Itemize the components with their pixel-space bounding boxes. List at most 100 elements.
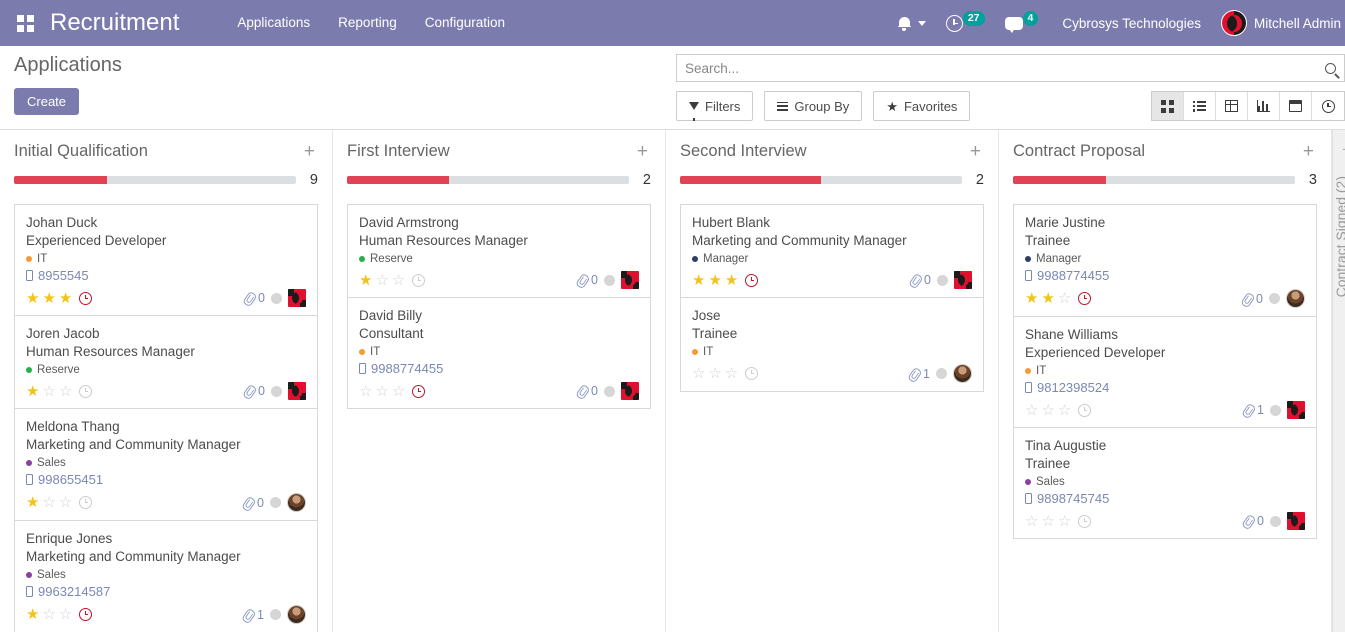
user-menu[interactable]: Mitchell Admin xyxy=(1215,10,1345,36)
column-progress-bar[interactable] xyxy=(1013,176,1295,184)
assignee-avatar[interactable] xyxy=(954,271,972,289)
card-phone-row[interactable]: 9812398524 xyxy=(1025,380,1305,395)
activity-clock-icon[interactable] xyxy=(79,608,93,621)
activity-clock-icon[interactable] xyxy=(745,367,759,380)
column-title[interactable]: First Interview xyxy=(347,142,450,161)
card-phone-row[interactable]: 9988774455 xyxy=(359,361,639,376)
assignee-avatar[interactable] xyxy=(1287,512,1305,530)
rating-star-icon[interactable]: ☆ xyxy=(59,607,72,622)
rating-star-icon[interactable]: ★ xyxy=(26,495,39,510)
activity-clock-icon[interactable] xyxy=(1078,292,1092,305)
column-title[interactable]: Second Interview xyxy=(680,142,807,161)
attachment-indicator[interactable]: 1 xyxy=(1244,403,1264,417)
kanban-card[interactable]: Johan Duck Experienced Developer IT 8955… xyxy=(14,204,318,315)
rating-star-icon[interactable]: ☆ xyxy=(375,273,388,288)
assignee-avatar[interactable] xyxy=(621,382,639,400)
rating-star-icon[interactable]: ☆ xyxy=(375,384,388,399)
search-icon[interactable] xyxy=(1325,62,1336,74)
kanban-card[interactable]: Shane Williams Experienced Developer IT … xyxy=(1013,316,1317,427)
column-progress-bar[interactable] xyxy=(680,176,962,184)
column-add-card-icon[interactable]: + xyxy=(1333,140,1345,160)
activity-clock-icon[interactable] xyxy=(79,496,93,509)
rating-star-icon[interactable]: ★ xyxy=(26,607,39,622)
assignee-avatar[interactable] xyxy=(287,605,306,624)
rating-star-icon[interactable]: ★ xyxy=(26,384,39,399)
rating-star-icon[interactable]: ☆ xyxy=(42,495,55,510)
card-phone[interactable]: 9812398524 xyxy=(1037,380,1109,395)
assignee-avatar[interactable] xyxy=(1287,401,1305,419)
activity-clock-icon[interactable] xyxy=(79,291,93,305)
search-input[interactable] xyxy=(685,60,1321,76)
card-rating[interactable]: ☆ ☆ ☆ xyxy=(359,384,426,399)
rating-star-icon[interactable]: ☆ xyxy=(392,273,405,288)
attachment-indicator[interactable]: 1 xyxy=(244,608,264,622)
rating-star-icon[interactable]: ☆ xyxy=(708,366,721,381)
rating-star-icon[interactable]: ★ xyxy=(42,291,55,306)
attachment-indicator[interactable]: 0 xyxy=(578,273,598,287)
assignee-avatar[interactable] xyxy=(287,493,306,512)
column-title[interactable]: Initial Qualification xyxy=(14,142,148,161)
activity-clock-icon[interactable] xyxy=(1078,514,1092,528)
card-phone[interactable]: 9988774455 xyxy=(1037,268,1109,283)
kanban-state-dot[interactable] xyxy=(271,292,282,304)
card-phone[interactable]: 9988774455 xyxy=(371,361,443,376)
card-rating[interactable]: ☆ ☆ ☆ xyxy=(1025,403,1092,418)
card-rating[interactable]: ★ ☆ ☆ xyxy=(26,607,93,622)
card-rating[interactable]: ☆ ☆ ☆ xyxy=(1025,514,1092,529)
kanban-card[interactable]: Jose Trainee IT ☆ ☆ ☆ 1 xyxy=(680,297,984,392)
card-phone[interactable]: 9898745745 xyxy=(1037,491,1109,506)
kanban-card[interactable]: Tina Augustie Trainee Sales 9898745745 ☆… xyxy=(1013,427,1317,539)
rating-star-icon[interactable]: ☆ xyxy=(1025,514,1038,529)
rating-star-icon[interactable]: ☆ xyxy=(1058,514,1071,529)
card-rating[interactable]: ☆ ☆ ☆ xyxy=(692,366,759,381)
assignee-avatar[interactable] xyxy=(953,364,972,383)
card-rating[interactable]: ★ ☆ ☆ xyxy=(26,495,93,510)
company-switcher[interactable]: Cybrosys Technologies xyxy=(1048,16,1215,31)
kanban-card[interactable]: David Billy Consultant IT 9988774455 ☆ ☆ ☆ xyxy=(347,297,651,409)
notifications-button[interactable] xyxy=(888,0,936,46)
card-phone[interactable]: 8955545 xyxy=(38,268,89,283)
column-add-card-icon[interactable]: + xyxy=(967,142,984,161)
rating-star-icon[interactable]: ☆ xyxy=(1058,403,1071,418)
view-button-list[interactable] xyxy=(1184,92,1216,120)
activity-clock-icon[interactable] xyxy=(412,384,426,398)
view-button-kanban[interactable] xyxy=(1152,92,1184,120)
rating-star-icon[interactable]: ☆ xyxy=(1041,403,1054,418)
column-add-card-icon[interactable]: + xyxy=(1300,142,1317,161)
attachment-indicator[interactable]: 0 xyxy=(1244,514,1264,528)
card-rating[interactable]: ★ ★ ★ xyxy=(692,273,759,288)
kanban-state-dot[interactable] xyxy=(604,385,615,397)
folded-column-title[interactable]: Contract Signed (2) xyxy=(1333,176,1345,299)
attachment-indicator[interactable]: 0 xyxy=(245,291,265,305)
kanban-state-dot[interactable] xyxy=(937,274,948,286)
kanban-state-dot[interactable] xyxy=(270,609,281,620)
column-progress-bar[interactable] xyxy=(347,176,629,184)
kanban-state-dot[interactable] xyxy=(1270,515,1281,527)
attachment-indicator[interactable]: 1 xyxy=(910,367,930,381)
assignee-avatar[interactable] xyxy=(288,289,306,307)
column-progress-bar[interactable] xyxy=(14,176,296,184)
rating-star-icon[interactable]: ☆ xyxy=(1041,514,1054,529)
create-button[interactable]: Create xyxy=(14,88,80,115)
nav-menu-configuration[interactable]: Configuration xyxy=(411,0,519,46)
activity-clock-icon[interactable] xyxy=(745,273,759,287)
rating-star-icon[interactable]: ★ xyxy=(359,273,372,288)
card-phone[interactable]: 9963214587 xyxy=(38,584,110,599)
rating-star-icon[interactable]: ☆ xyxy=(359,384,372,399)
rating-star-icon[interactable]: ☆ xyxy=(59,384,72,399)
view-button-activity[interactable] xyxy=(1312,92,1344,120)
rating-star-icon[interactable]: ★ xyxy=(26,291,39,306)
filters-button[interactable]: Filters xyxy=(676,91,754,121)
card-rating[interactable]: ★ ☆ ☆ xyxy=(359,273,426,288)
group-by-button[interactable]: Group By xyxy=(764,91,863,121)
kanban-card[interactable]: Hubert Blank Marketing and Community Man… xyxy=(680,204,984,297)
rating-star-icon[interactable]: ★ xyxy=(59,291,72,306)
rating-star-icon[interactable]: ☆ xyxy=(692,366,705,381)
attachment-indicator[interactable]: 0 xyxy=(578,384,598,398)
column-title[interactable]: Contract Proposal xyxy=(1013,142,1145,161)
kanban-card[interactable]: Meldona Thang Marketing and Community Ma… xyxy=(14,408,318,520)
rating-star-icon[interactable]: ☆ xyxy=(1058,291,1071,306)
view-button-graph[interactable] xyxy=(1248,92,1280,120)
assignee-avatar[interactable] xyxy=(621,271,639,289)
rating-star-icon[interactable]: ★ xyxy=(725,273,738,288)
